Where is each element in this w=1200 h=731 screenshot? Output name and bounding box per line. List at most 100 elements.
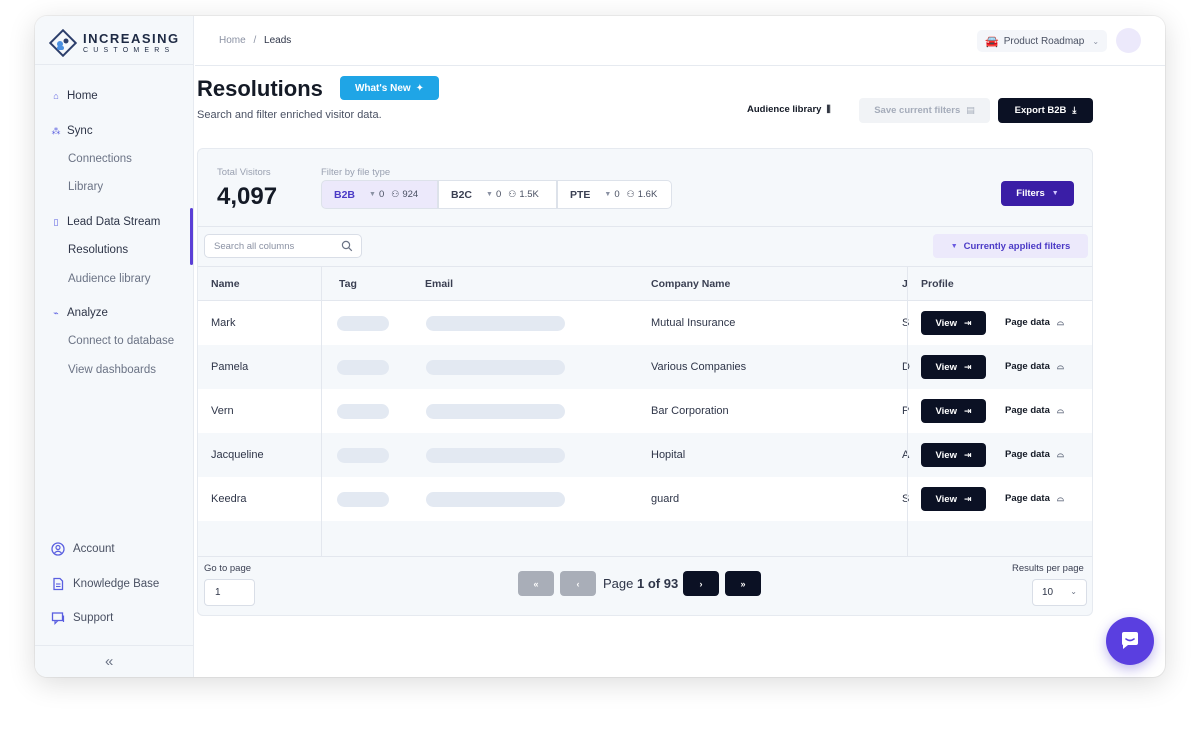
email-placeholder [426, 360, 565, 375]
page-data-label: Page data [1005, 405, 1050, 416]
filters-button[interactable]: Filters ▼ [1001, 181, 1074, 206]
view-label: View [935, 405, 957, 417]
page-prefix: Page [603, 576, 634, 591]
view-label: View [935, 361, 957, 373]
sidebar-item-analyze[interactable]: ⌁ Analyze [51, 307, 108, 319]
whats-new-button[interactable]: What's New ✦ [340, 76, 439, 100]
first-page-button[interactable]: « [518, 571, 554, 596]
sparkle-icon: ✦ [415, 82, 425, 94]
filter-icon: ▼ [950, 242, 958, 250]
file-type-pte[interactable]: PTE ▼ 0 ⚇ 1.6K [557, 180, 672, 209]
audience-library-link[interactable]: Audience library ⫼ [747, 104, 831, 115]
next-page-button[interactable]: › [683, 571, 719, 596]
panel-divider [198, 226, 1092, 227]
sidebar-item-knowledge-base[interactable]: Knowledge Base [51, 577, 159, 591]
cell-name: Jacqueline [211, 449, 264, 461]
column-divider [907, 266, 908, 556]
goto-page-input[interactable]: 1 [204, 579, 255, 606]
page-indicator: Page 1 of 93 [603, 576, 678, 591]
top-header: Home / Leads 🚘 Product Roadmap ⌄ [195, 16, 1165, 66]
breadcrumb-home[interactable]: Home [219, 35, 246, 46]
sidebar-item-resolutions[interactable]: Resolutions [68, 244, 128, 256]
cell-name: Keedra [211, 493, 247, 505]
file-type-filtered: 0 [378, 189, 385, 200]
export-b2b-button[interactable]: Export B2B ⤓ [998, 98, 1093, 123]
results-per-page-select[interactable]: 10 ⌄ [1032, 579, 1087, 606]
breadcrumb: Home / Leads [219, 35, 291, 46]
cell-company: Mutual Insurance [651, 317, 736, 329]
export-label: Export B2B [1014, 105, 1067, 116]
page-data-button[interactable]: Page data ⌓ [1005, 493, 1064, 504]
avatar[interactable] [1116, 28, 1141, 53]
prev-page-button[interactable]: ‹ [560, 571, 596, 596]
page-data-button[interactable]: Page data ⌓ [1005, 317, 1064, 328]
collapse-sidebar-icon[interactable]: « [105, 653, 113, 670]
sidebar-item-label: Home [67, 90, 98, 102]
cell-company: Bar Corporation [651, 405, 729, 417]
chat-icon [1122, 632, 1138, 649]
filter-icon: ▼ [604, 191, 612, 198]
page-data-label: Page data [1005, 449, 1050, 460]
filter-icon: ▼ [486, 191, 493, 198]
filter-icon: ▼ [1051, 190, 1059, 197]
sidebar-item-library[interactable]: Library [68, 181, 103, 193]
column-header-email[interactable]: Email [425, 278, 453, 290]
brand-logo[interactable]: INCREASING CUSTOMERS [49, 28, 189, 58]
page-data-label: Page data [1005, 493, 1050, 504]
search-icon [341, 240, 353, 252]
table-row: Vern Bar Corporation P View ⇥ Page data ⌓ [198, 389, 1092, 433]
analyze-icon: ⌁ [53, 307, 59, 318]
table-row: Mark Mutual Insurance S View ⇥ Page data ⌓ [198, 301, 1092, 345]
file-type-name: B2C [451, 188, 473, 201]
save-filters-button[interactable]: Save current filters ▤ [859, 98, 990, 123]
page-data-button[interactable]: Page data ⌓ [1005, 405, 1064, 416]
file-type-b2c[interactable]: B2C ▼ 0 ⚇ 1.5K [438, 180, 557, 209]
arrow-right-icon: ⇥ [963, 493, 972, 504]
page-title: Resolutions [197, 76, 323, 101]
search-input[interactable]: Search all columns [204, 234, 362, 258]
sidebar-item-connections[interactable]: Connections [68, 153, 132, 165]
last-page-button[interactable]: » [725, 571, 761, 596]
email-placeholder [426, 492, 565, 507]
pages-icon: ⌓ [1056, 361, 1065, 371]
view-button[interactable]: View ⇥ [921, 311, 986, 335]
file-type-label: Filter by file type [321, 167, 391, 178]
column-header-company[interactable]: Company Name [651, 278, 730, 290]
view-button[interactable]: View ⇥ [921, 487, 986, 511]
chat-bubble-icon [51, 612, 65, 625]
page-data-button[interactable]: Page data ⌓ [1005, 449, 1064, 460]
tag-placeholder [337, 448, 389, 463]
project-selector[interactable]: 🚘 Product Roadmap ⌄ [977, 30, 1108, 52]
column-header-name[interactable]: Name [211, 278, 240, 290]
sidebar-item-home[interactable]: ⌂ Home [51, 90, 98, 102]
tag-placeholder [337, 404, 389, 419]
table-row: Pamela Various Companies D View ⇥ Page da… [198, 345, 1092, 389]
sidebar-item-account[interactable]: Account [51, 542, 115, 556]
file-type-b2b[interactable]: B2B ▼ 0 ⚇ 924 [321, 180, 438, 209]
view-button[interactable]: View ⇥ [921, 355, 986, 379]
page-subtitle: Search and filter enriched visitor data. [197, 109, 382, 121]
page-of: of [647, 576, 661, 591]
sidebar-item-label: Analyze [67, 307, 108, 319]
sidebar-item-audience-library[interactable]: Audience library [68, 273, 150, 285]
view-button[interactable]: View ⇥ [921, 443, 986, 467]
breadcrumb-separator: / [253, 35, 257, 46]
view-button[interactable]: View ⇥ [921, 399, 986, 423]
chat-launcher-button[interactable] [1106, 617, 1154, 665]
sidebar-item-sync[interactable]: ⁂ Sync [51, 125, 93, 137]
page-total: 93 [663, 576, 679, 591]
file-type-filtered: 0 [495, 189, 502, 200]
home-icon: ⌂ [53, 91, 59, 101]
cell-name: Pamela [211, 361, 249, 373]
applied-filters-button[interactable]: ▼ Currently applied filters [933, 234, 1088, 258]
sidebar-item-view-dashboards[interactable]: View dashboards [68, 364, 156, 376]
page-data-label: Page data [1005, 361, 1050, 372]
column-header-tag[interactable]: Tag [339, 278, 357, 290]
file-type-count: 1.6K [637, 189, 658, 200]
sidebar-divider [35, 645, 194, 646]
sidebar-item-lead-data-stream[interactable]: ▯ Lead Data Stream [51, 216, 161, 228]
page-data-button[interactable]: Page data ⌓ [1005, 361, 1064, 372]
book-icon [53, 577, 64, 591]
sidebar-item-support[interactable]: Support [51, 611, 113, 625]
sidebar-item-connect-database[interactable]: Connect to database [68, 335, 174, 347]
